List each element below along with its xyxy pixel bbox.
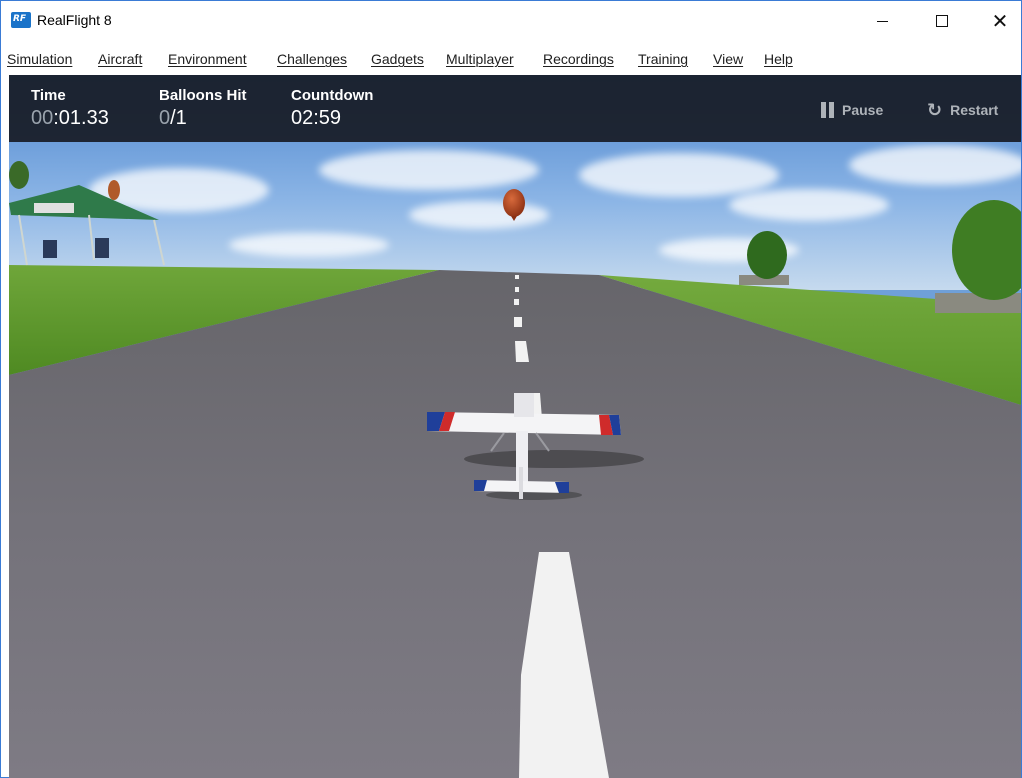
balloons-hit-count: 0 <box>159 107 171 129</box>
hud-bar: Time 00:01.33 Balloons Hit 0/1 Countdown… <box>9 75 1021 142</box>
menu-recordings[interactable]: Recordings <box>543 51 614 67</box>
menu-gadgets[interactable]: Gadgets <box>371 51 424 67</box>
balloons-value: 0/1 <box>159 107 187 130</box>
app-logo-icon: RF <box>11 12 31 28</box>
close-icon: ✕ <box>991 9 1009 33</box>
title-bar[interactable]: RF RealFlight 8 ✕ <box>1 1 1021 41</box>
countdown-label: Countdown <box>291 87 374 104</box>
minimize-icon <box>876 20 888 22</box>
menu-help[interactable]: Help <box>764 51 793 67</box>
maximize-icon <box>936 15 948 27</box>
restart-button[interactable]: ↻ Restart <box>927 99 998 121</box>
menu-simulation[interactable]: Simulation <box>7 51 72 67</box>
minimize-button[interactable] <box>859 1 905 41</box>
menu-view[interactable]: View <box>713 51 743 67</box>
time-value-prefix: 00 <box>31 107 54 129</box>
time-value: 00:01.33 <box>31 107 109 130</box>
close-button[interactable]: ✕ <box>977 1 1022 41</box>
menu-bar: Simulation Aircraft Environment Challeng… <box>1 46 1021 74</box>
menu-multiplayer[interactable]: Multiplayer <box>446 51 514 67</box>
balloons-total: /1 <box>170 107 187 129</box>
menu-environment[interactable]: Environment <box>168 51 247 67</box>
pause-icon <box>821 102 834 118</box>
time-label: Time <box>31 87 66 104</box>
app-logo-text: RF <box>13 14 27 24</box>
menu-challenges[interactable]: Challenges <box>277 51 347 67</box>
time-value-rest: :01.33 <box>53 107 109 129</box>
menu-aircraft[interactable]: Aircraft <box>98 51 142 67</box>
restart-icon: ↻ <box>927 99 943 121</box>
app-window: RF RealFlight 8 ✕ Simulation Aircraft En… <box>0 0 1022 778</box>
maximize-button[interactable] <box>919 1 965 41</box>
simulation-viewport[interactable]: Time 00:01.33 Balloons Hit 0/1 Countdown… <box>9 75 1021 778</box>
flight-scene <box>9 75 1021 778</box>
menu-training[interactable]: Training <box>638 51 688 67</box>
window-title: RealFlight 8 <box>37 12 112 28</box>
countdown-value: 02:59 <box>291 107 342 129</box>
pause-button[interactable]: Pause <box>821 99 883 121</box>
pause-label: Pause <box>842 102 884 118</box>
balloons-label: Balloons Hit <box>159 87 247 104</box>
restart-label: Restart <box>950 102 999 118</box>
